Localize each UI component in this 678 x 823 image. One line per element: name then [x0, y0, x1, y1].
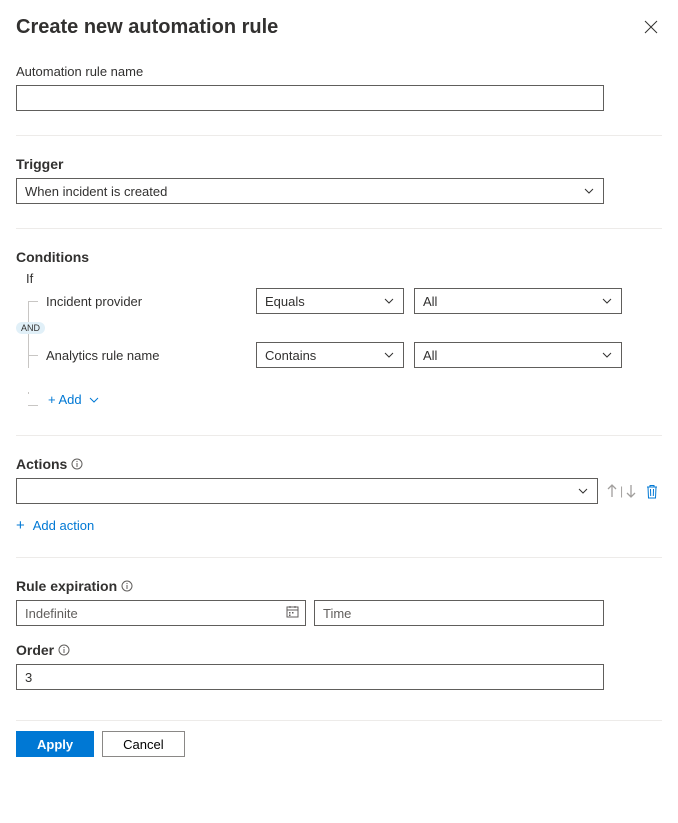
expiration-time-placeholder: Time	[323, 606, 351, 621]
add-action-button[interactable]: + Add action	[16, 518, 94, 533]
arrow-up-icon	[606, 484, 618, 498]
order-heading-text: Order	[16, 642, 54, 658]
trash-icon	[645, 484, 659, 499]
condition-field-label: Incident provider	[46, 294, 246, 309]
condition-operator-select[interactable]: Contains	[256, 342, 404, 368]
move-down-button[interactable]	[625, 484, 637, 498]
info-icon[interactable]	[58, 644, 70, 656]
chevron-down-icon	[383, 295, 395, 307]
cancel-button[interactable]: Cancel	[102, 731, 184, 757]
add-condition-button[interactable]: + Add	[40, 392, 100, 407]
calendar-icon	[286, 605, 299, 621]
info-icon[interactable]	[71, 458, 83, 470]
move-up-button[interactable]	[606, 484, 618, 498]
condition-operator-value: Equals	[265, 294, 305, 309]
add-condition-label: + Add	[48, 392, 82, 407]
chevron-down-icon	[383, 349, 395, 361]
condition-operator-value: Contains	[265, 348, 316, 363]
trigger-heading: Trigger	[16, 156, 662, 172]
rule-name-input[interactable]	[16, 85, 604, 111]
info-icon[interactable]	[121, 580, 133, 592]
panel-title: Create new automation rule	[16, 16, 278, 39]
condition-value-select[interactable]: All	[414, 288, 622, 314]
if-label: If	[26, 271, 662, 286]
condition-value-select[interactable]: All	[414, 342, 622, 368]
close-button[interactable]	[640, 16, 662, 40]
actions-heading-text: Actions	[16, 456, 67, 472]
trigger-select[interactable]: When incident is created	[16, 178, 604, 204]
condition-value: All	[423, 348, 437, 363]
divider	[16, 435, 662, 436]
order-input[interactable]	[16, 664, 604, 690]
arrow-down-icon	[625, 484, 637, 498]
expiration-heading-text: Rule expiration	[16, 578, 117, 594]
condition-operator-select[interactable]: Equals	[256, 288, 404, 314]
divider	[16, 135, 662, 136]
and-badge: AND	[16, 322, 45, 334]
delete-action-button[interactable]	[645, 484, 659, 499]
divider	[16, 228, 662, 229]
actions-heading: Actions	[16, 456, 662, 472]
condition-field-label: Analytics rule name	[46, 348, 246, 363]
condition-value: All	[423, 294, 437, 309]
trigger-value: When incident is created	[25, 184, 167, 199]
order-heading: Order	[16, 642, 662, 658]
conditions-heading: Conditions	[16, 249, 662, 265]
divider	[16, 557, 662, 558]
chevron-down-icon	[601, 349, 613, 361]
expiration-date-placeholder: Indefinite	[25, 606, 78, 621]
close-icon	[644, 20, 658, 34]
chevron-down-icon	[88, 394, 100, 406]
plus-icon: +	[16, 518, 25, 533]
apply-button[interactable]: Apply	[16, 731, 94, 757]
chevron-down-icon	[601, 295, 613, 307]
separator: |	[620, 484, 623, 498]
chevron-down-icon	[583, 185, 595, 197]
rule-name-label: Automation rule name	[16, 64, 662, 79]
action-select[interactable]	[16, 478, 598, 504]
expiration-time-input[interactable]: Time	[314, 600, 604, 626]
expiration-heading: Rule expiration	[16, 578, 662, 594]
add-action-label: Add action	[33, 518, 94, 533]
chevron-down-icon	[577, 485, 589, 497]
expiration-date-input[interactable]: Indefinite	[16, 600, 306, 626]
